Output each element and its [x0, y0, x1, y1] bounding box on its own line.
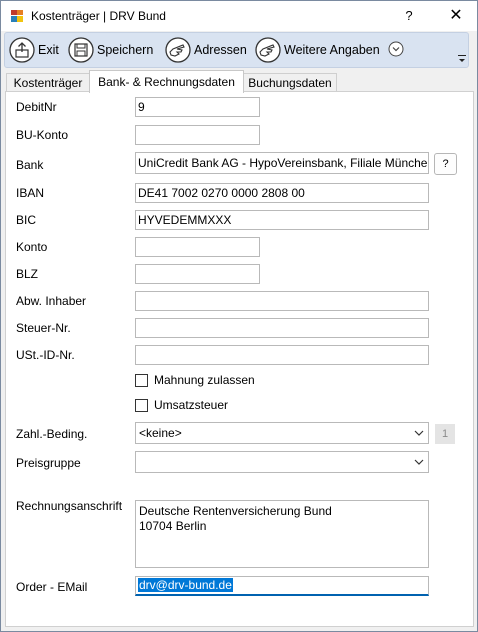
bu-konto-field[interactable]: [135, 125, 260, 145]
window-title: Kostenträger | DRV Bund: [31, 9, 166, 23]
ust-id-label: USt.-ID-Nr.: [16, 348, 75, 362]
exit-label: Exit: [38, 43, 59, 57]
title-bar: Kostenträger | DRV Bund ? ✕: [1, 1, 477, 31]
rechnungsanschrift-label: Rechnungsanschrift: [16, 499, 123, 513]
debitnr-label: DebitNr: [16, 100, 57, 114]
umsatzsteuer-checkbox[interactable]: [135, 399, 148, 412]
help-button[interactable]: ?: [397, 5, 421, 27]
exit-icon: [9, 37, 35, 63]
preisgruppe-label: Preisgruppe: [16, 456, 81, 470]
bic-label: BIC: [16, 213, 37, 227]
iban-field[interactable]: DE41 7002 0270 0000 2808 00: [135, 183, 429, 203]
tab-bank-rechnungsdaten[interactable]: Bank- & Rechnungsdaten: [89, 70, 244, 93]
app-icon: [11, 10, 23, 22]
close-button[interactable]: ✕: [441, 5, 471, 27]
abw-inhaber-label: Abw. Inhaber: [16, 294, 87, 308]
zahl-beding-label: Zahl.-Beding.: [16, 427, 88, 441]
iban-label: IBAN: [16, 186, 45, 200]
exit-button[interactable]: Exit: [9, 36, 59, 64]
steuer-nr-label: Steuer-Nr.: [16, 321, 71, 335]
zahl-beding-count: 1: [435, 424, 455, 444]
debitnr-field[interactable]: 9: [135, 97, 260, 117]
umsatzsteuer-label[interactable]: Umsatzsteuer: [154, 398, 228, 412]
more-info-label: Weitere Angaben: [284, 43, 380, 57]
toolbar: Exit Speichern Adressen Weitere Angaben: [4, 32, 469, 68]
konto-field[interactable]: [135, 237, 260, 257]
preisgruppe-select[interactable]: [135, 451, 429, 473]
bank-lookup-button[interactable]: ?: [434, 153, 457, 175]
zahl-beding-select[interactable]: <keine>: [135, 422, 429, 444]
order-email-label: Order - EMail: [16, 580, 88, 594]
addresses-button[interactable]: Adressen: [165, 36, 247, 64]
app-window: Kostenträger | DRV Bund ? ✕ Exit Speiche…: [0, 0, 478, 632]
chevron-down-icon: [414, 430, 424, 436]
mahnung-checkbox[interactable]: [135, 374, 148, 387]
konto-label: Konto: [16, 240, 48, 254]
pointing-hand-icon: [255, 37, 281, 63]
chevron-down-circle-icon[interactable]: [388, 41, 404, 57]
order-email-value: drv@drv-bund.de: [138, 578, 233, 592]
ust-id-field[interactable]: [135, 345, 429, 365]
bank-label: Bank: [16, 158, 44, 172]
mahnung-label[interactable]: Mahnung zulassen: [154, 373, 255, 387]
blz-field[interactable]: [135, 264, 260, 284]
bank-field[interactable]: UniCredit Bank AG - HypoVereinsbank, Fil…: [135, 152, 429, 174]
toolbar-overflow-icon[interactable]: [457, 34, 467, 66]
chevron-down-icon: [414, 459, 424, 465]
addresses-label: Adressen: [194, 43, 247, 57]
rechnungsanschrift-textarea[interactable]: Deutsche Rentenversicherung Bund 10704 B…: [135, 500, 429, 568]
form-panel: DebitNr 9 BU-Konto Bank UniCredit Bank A…: [5, 91, 474, 627]
pointing-hand-icon: [165, 37, 191, 63]
bu-konto-label: BU-Konto: [16, 128, 69, 142]
tab-kostentraeger[interactable]: Kostenträger: [6, 73, 90, 92]
zahl-beding-value: <keine>: [139, 426, 182, 440]
save-icon: [68, 37, 94, 63]
order-email-field[interactable]: drv@drv-bund.de: [135, 576, 429, 596]
steuer-nr-field[interactable]: [135, 318, 429, 338]
save-label: Speichern: [97, 43, 154, 57]
bic-field[interactable]: HYVEDEMMXXX: [135, 210, 429, 230]
abw-inhaber-field[interactable]: [135, 291, 429, 311]
more-info-button[interactable]: Weitere Angaben: [255, 36, 380, 64]
tab-buchungsdaten[interactable]: Buchungsdaten: [243, 73, 337, 92]
save-button[interactable]: Speichern: [68, 36, 153, 64]
blz-label: BLZ: [16, 267, 39, 281]
